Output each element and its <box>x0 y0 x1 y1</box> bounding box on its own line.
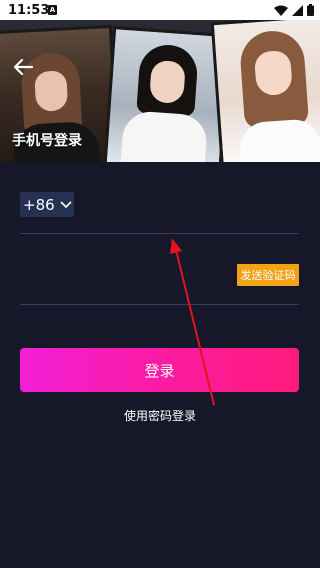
arrow-left-icon[interactable] <box>12 56 34 78</box>
country-code-select[interactable]: +86 <box>20 192 74 217</box>
phone-input[interactable] <box>80 192 300 222</box>
page-title: 手机号登录 <box>12 133 82 149</box>
chevron-down-icon <box>60 200 72 208</box>
notification-icon: A <box>48 5 57 15</box>
password-login-link[interactable]: 使用密码登录 <box>0 407 320 424</box>
battery-icon <box>307 4 314 16</box>
divider <box>20 304 299 305</box>
login-button[interactable]: 登录 <box>20 348 299 392</box>
banner-photo <box>210 20 320 162</box>
status-icons <box>274 4 314 16</box>
signal-icon <box>292 4 303 16</box>
wifi-icon <box>274 5 288 16</box>
status-time: 11:53 <box>8 3 50 18</box>
verification-code-input[interactable] <box>20 262 234 290</box>
country-code-value: +86 <box>23 195 55 214</box>
divider <box>20 233 299 234</box>
send-code-button[interactable]: 发送验证码 <box>237 264 299 286</box>
status-bar: 11:53 A <box>0 0 320 20</box>
